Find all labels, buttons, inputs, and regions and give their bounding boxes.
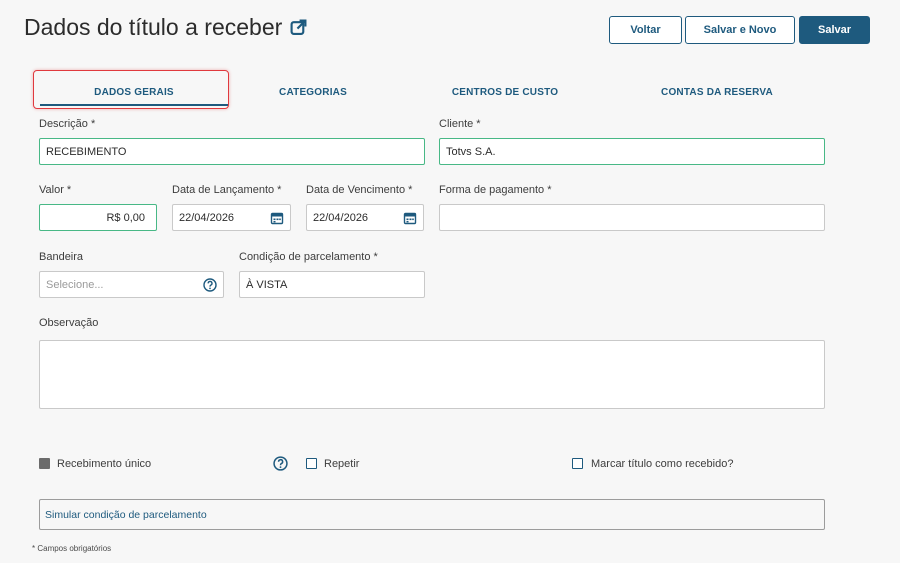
descricao-label: Descrição *: [39, 118, 96, 130]
observacao-label: Observação: [39, 317, 99, 329]
condicao-parcelamento-label: Condição de parcelamento *: [239, 251, 378, 263]
bandeira-label: Bandeira: [39, 251, 84, 263]
marcar-recebido-checkbox[interactable]: [572, 458, 583, 469]
cliente-label: Cliente *: [439, 118, 481, 130]
back-button[interactable]: Voltar: [609, 16, 682, 44]
save-and-new-button[interactable]: Salvar e Novo: [685, 16, 795, 44]
data-lancamento-field[interactable]: 22/04/2026: [172, 204, 291, 231]
repetir-checkbox[interactable]: [306, 458, 317, 469]
recebimento-unico-label: Recebimento único: [57, 458, 152, 470]
save-button[interactable]: Salvar: [799, 16, 870, 44]
repetir-label: Repetir: [324, 458, 360, 470]
descricao-field[interactable]: RECEBIMENTO: [39, 138, 425, 165]
help-icon[interactable]: [203, 278, 217, 292]
tab-contas-da-reserva[interactable]: CONTAS DA RESERVA: [642, 78, 792, 106]
condicao-parcelamento-field[interactable]: À VISTA: [239, 271, 425, 298]
data-vencimento-label: Data de Vencimento *: [306, 184, 413, 196]
observacao-textarea[interactable]: [39, 340, 825, 409]
valor-field[interactable]: R$ 0,00: [39, 204, 157, 231]
external-link-icon[interactable]: [290, 19, 307, 36]
marcar-recebido-label: Marcar título como recebido?: [591, 458, 734, 470]
cliente-field[interactable]: Totvs S.A.: [439, 138, 825, 165]
simular-parcelamento-button[interactable]: Simular condição de parcelamento: [39, 499, 825, 530]
data-lancamento-label: Data de Lançamento *: [172, 184, 282, 196]
valor-label: Valor *: [39, 184, 72, 196]
calendar-icon[interactable]: [403, 211, 417, 225]
help-icon[interactable]: [273, 456, 288, 471]
tab-highlight-box: [33, 70, 229, 109]
bandeira-select[interactable]: Selecione...: [39, 271, 224, 298]
calendar-icon[interactable]: [270, 211, 284, 225]
page-title: Dados do título a receber: [24, 14, 307, 41]
tab-categorias[interactable]: CATEGORIAS: [238, 78, 388, 106]
tab-centros-de-custo[interactable]: CENTROS DE CUSTO: [430, 78, 580, 106]
forma-pagamento-field[interactable]: [439, 204, 825, 231]
forma-pagamento-label: Forma de pagamento *: [439, 184, 552, 196]
required-fields-note: * Campos obrigatórios: [32, 544, 112, 553]
recebimento-unico-checkbox[interactable]: [39, 458, 50, 469]
data-vencimento-field[interactable]: 22/04/2026: [306, 204, 424, 231]
